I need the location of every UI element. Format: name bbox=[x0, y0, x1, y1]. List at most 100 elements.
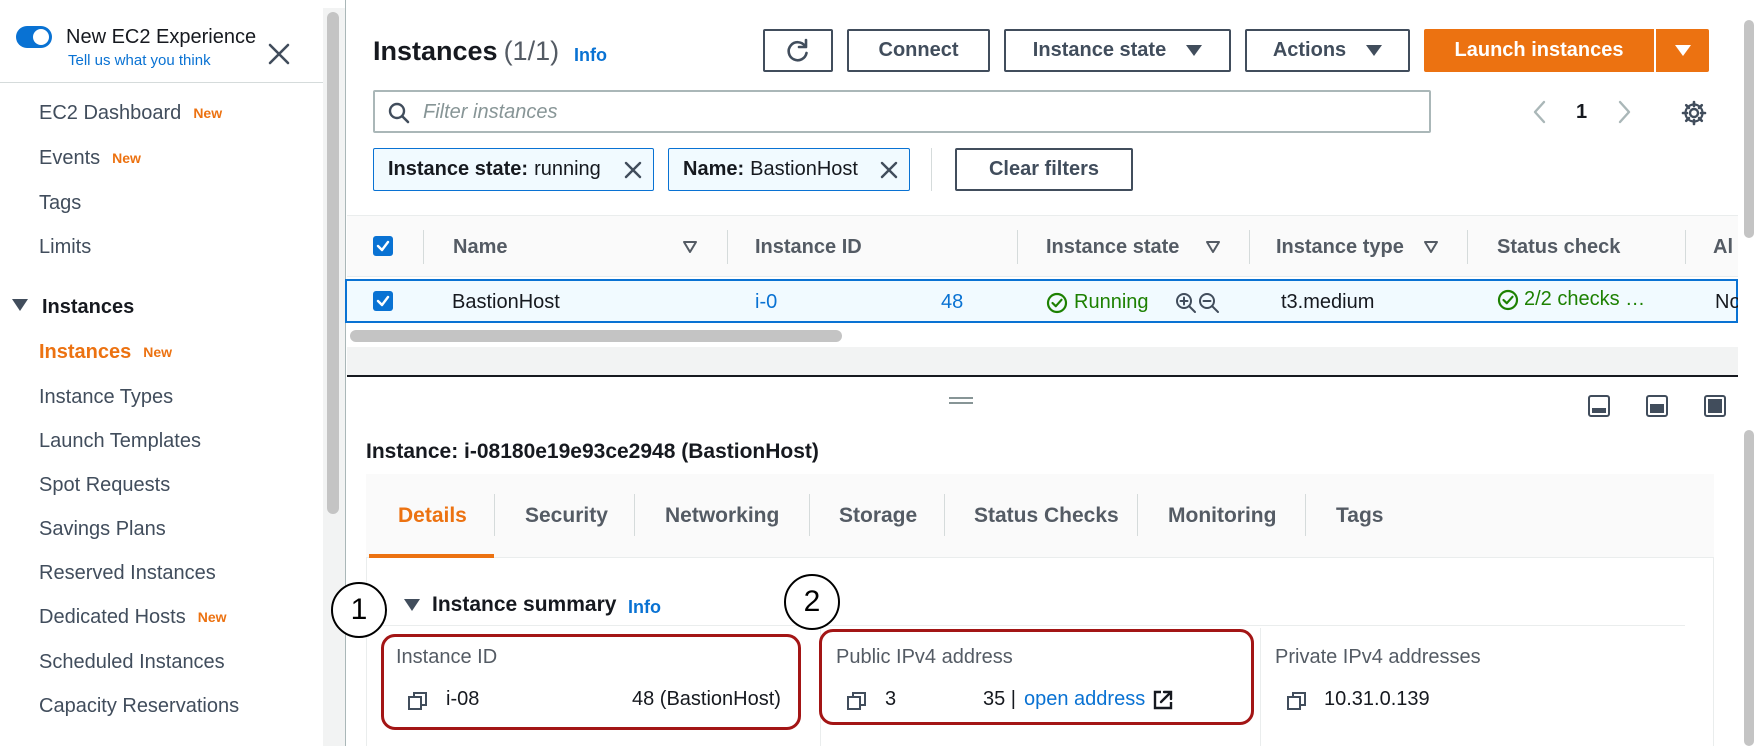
caret-down-icon bbox=[1186, 45, 1203, 56]
filter-input[interactable] bbox=[423, 100, 1403, 124]
sidebar-item-spot-requests[interactable]: Spot Requests bbox=[39, 474, 170, 497]
drag-handle-icon[interactable] bbox=[949, 397, 973, 404]
sidebar-item-capacity-reservations[interactable]: Capacity Reservations bbox=[39, 695, 239, 718]
chevron-left-icon[interactable] bbox=[1530, 98, 1550, 126]
new-experience-title: New EC2 Experience bbox=[66, 26, 257, 48]
token-divider bbox=[931, 148, 932, 191]
tab-monitoring[interactable]: Monitoring bbox=[1168, 504, 1276, 528]
sidebar-item-limits[interactable]: Limits bbox=[39, 236, 91, 259]
callout-2: 2 bbox=[784, 574, 840, 630]
sidebar-section-instances[interactable]: Instances bbox=[12, 296, 134, 319]
instance-state-running: Running bbox=[1074, 291, 1149, 313]
check-circle-icon bbox=[1497, 289, 1519, 311]
column-header-alarm-status[interactable]: Al bbox=[1713, 236, 1733, 259]
private-ipv4-label: Private IPv4 addresses bbox=[1275, 646, 1481, 668]
close-icon[interactable] bbox=[264, 39, 294, 69]
sidebar-divider bbox=[0, 82, 323, 83]
panel-bottom-icon[interactable] bbox=[1587, 394, 1611, 418]
sidebar-item-tags[interactable]: Tags bbox=[39, 192, 81, 215]
active-tab-indicator bbox=[369, 554, 494, 558]
caret-down-icon bbox=[1366, 45, 1383, 56]
new-badge: New bbox=[197, 609, 227, 625]
instance-state-button[interactable]: Instance state bbox=[1004, 29, 1231, 72]
connect-button[interactable]: Connect bbox=[847, 29, 990, 72]
detail-tabs: Details Security Networking Storage Stat… bbox=[366, 474, 1714, 558]
chevron-right-icon[interactable] bbox=[1614, 98, 1634, 126]
info-link[interactable]: Info bbox=[628, 597, 661, 618]
sidebar-scrollbar-thumb[interactable] bbox=[327, 12, 339, 514]
tab-details[interactable]: Details bbox=[398, 504, 467, 528]
highlight-instance-id bbox=[381, 634, 801, 730]
clear-filters-button[interactable]: Clear filters bbox=[955, 148, 1133, 191]
check-circle-icon bbox=[1046, 292, 1068, 314]
table-footer bbox=[347, 347, 1738, 375]
zoom-in-icon[interactable] bbox=[1175, 292, 1197, 314]
sidebar-item-reserved-instances[interactable]: Reserved Instances bbox=[39, 562, 216, 585]
sidebar-item-instances[interactable]: Instances New bbox=[39, 341, 172, 364]
instance-summary-heading[interactable]: Instance summary bbox=[432, 593, 616, 617]
instance-id-link[interactable]: i-0 bbox=[755, 291, 777, 314]
sidebar-item-scheduled-instances[interactable]: Scheduled Instances bbox=[39, 651, 225, 674]
new-experience-row: New EC2 Experience Tell us what you thin… bbox=[16, 22, 306, 74]
main-scrollbar-thumb[interactable] bbox=[1744, 20, 1754, 238]
gear-icon[interactable] bbox=[1680, 99, 1708, 127]
summary-divider bbox=[380, 625, 1685, 626]
new-experience-toggle[interactable] bbox=[16, 26, 52, 48]
new-badge: New bbox=[193, 105, 223, 121]
panel-middle-icon[interactable] bbox=[1645, 394, 1669, 418]
tab-tags[interactable]: Tags bbox=[1336, 504, 1383, 528]
select-all-checkbox[interactable] bbox=[373, 236, 393, 256]
row-checkbox[interactable] bbox=[373, 291, 393, 311]
column-header-status-check[interactable]: Status check bbox=[1497, 236, 1620, 259]
detail-scrollbar-thumb[interactable] bbox=[1744, 430, 1754, 746]
highlight-public-ipv4 bbox=[819, 629, 1254, 725]
close-icon[interactable] bbox=[879, 160, 899, 180]
info-link[interactable]: Info bbox=[574, 45, 607, 66]
sidebar-item-dedicated-hosts[interactable]: Dedicated Hosts New bbox=[39, 606, 227, 629]
sort-icon[interactable] bbox=[1205, 240, 1221, 254]
refresh-icon bbox=[787, 38, 808, 62]
new-badge: New bbox=[112, 150, 141, 166]
caret-down-icon bbox=[12, 299, 28, 311]
column-header-instance-state[interactable]: Instance state bbox=[1046, 236, 1179, 259]
sort-icon[interactable] bbox=[1423, 240, 1439, 254]
instance-id-link-end[interactable]: 48 bbox=[941, 291, 963, 314]
column-header-instance-type[interactable]: Instance type bbox=[1276, 236, 1404, 259]
sidebar-item-launch-templates[interactable]: Launch Templates bbox=[39, 430, 201, 453]
caret-down-icon bbox=[1674, 45, 1691, 56]
close-icon[interactable] bbox=[623, 160, 643, 180]
tab-storage[interactable]: Storage bbox=[839, 504, 917, 528]
table-row[interactable]: BastionHost i-0 48 Running t3.medium 2/2… bbox=[345, 279, 1741, 323]
page-number[interactable]: 1 bbox=[1576, 101, 1587, 124]
column-header-instance-id[interactable]: Instance ID bbox=[755, 236, 862, 259]
sidebar-item-events[interactable]: Events New bbox=[39, 147, 141, 170]
zoom-out-icon[interactable] bbox=[1198, 292, 1220, 314]
sidebar-item-ec2-dashboard[interactable]: EC2 Dashboard New bbox=[39, 102, 222, 125]
sort-icon[interactable] bbox=[682, 240, 698, 254]
table-horizontal-scrollbar[interactable] bbox=[350, 330, 842, 342]
panel-full-icon[interactable] bbox=[1703, 394, 1727, 418]
tab-status-checks[interactable]: Status Checks bbox=[974, 504, 1119, 528]
sidebar-item-savings-plans[interactable]: Savings Plans bbox=[39, 518, 166, 541]
instance-count: (1/1) bbox=[503, 36, 560, 66]
filter-token-name: Name: BastionHost bbox=[668, 148, 910, 191]
filter-token-instance-state: Instance state: running bbox=[373, 148, 654, 191]
feedback-link[interactable]: Tell us what you think bbox=[68, 52, 211, 69]
tab-networking[interactable]: Networking bbox=[665, 504, 779, 528]
instance-type: t3.medium bbox=[1281, 291, 1375, 313]
column-header-name[interactable]: Name bbox=[453, 236, 507, 259]
alarm-status: No bbox=[1715, 291, 1741, 313]
actions-button[interactable]: Actions bbox=[1245, 29, 1410, 72]
filter-field[interactable] bbox=[373, 90, 1431, 133]
page-title: Instances (1/1) bbox=[373, 36, 560, 66]
refresh-button[interactable] bbox=[763, 29, 833, 72]
caret-down-icon[interactable] bbox=[404, 599, 420, 611]
sidebar-item-instance-types[interactable]: Instance Types bbox=[39, 386, 173, 409]
callout-1: 1 bbox=[331, 582, 387, 638]
instance-name: BastionHost bbox=[452, 291, 560, 313]
table-header: Name Instance ID Instance state Instance… bbox=[347, 215, 1738, 277]
launch-instances-button[interactable]: Launch instances bbox=[1424, 29, 1654, 72]
tab-security[interactable]: Security bbox=[525, 504, 608, 528]
copy-icon[interactable] bbox=[1286, 690, 1308, 712]
launch-instances-dropdown[interactable] bbox=[1655, 29, 1709, 72]
